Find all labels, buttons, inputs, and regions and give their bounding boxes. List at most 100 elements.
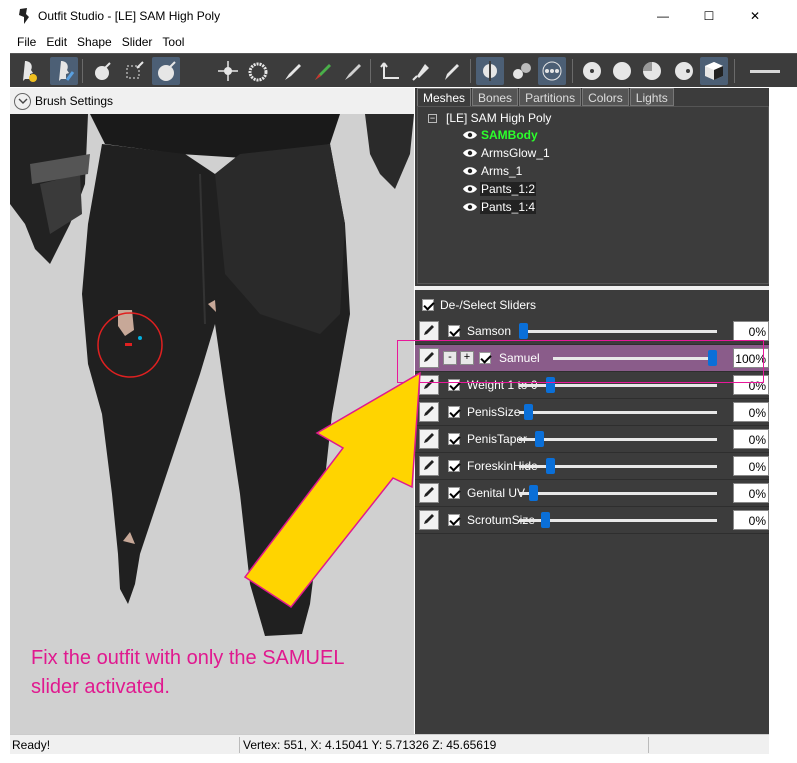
mesh-item-arms[interactable]: Arms_1 bbox=[462, 162, 523, 180]
panel-splitter[interactable] bbox=[415, 286, 769, 290]
tree-root[interactable]: − [LE] SAM High Poly bbox=[428, 111, 551, 125]
slider-value[interactable]: 0% bbox=[733, 429, 769, 449]
x-mirror-button[interactable] bbox=[476, 57, 504, 85]
head-tool-button[interactable] bbox=[50, 57, 78, 85]
slider-thumb[interactable] bbox=[529, 485, 538, 501]
toolbar-separator bbox=[370, 59, 371, 83]
slider-thumb[interactable] bbox=[546, 458, 555, 474]
solid-view-button[interactable] bbox=[608, 57, 636, 85]
mesh-item-pants-2[interactable]: Pants_1:2 bbox=[462, 180, 537, 198]
eye-icon[interactable] bbox=[462, 130, 478, 140]
sliders-header[interactable]: De-/Select Sliders bbox=[415, 292, 769, 318]
eye-icon[interactable] bbox=[462, 166, 478, 176]
mask-brush-button[interactable] bbox=[120, 57, 148, 85]
mesh-name: SAMBody bbox=[481, 128, 538, 142]
annotation-line-1: Fix the outfit with only the SAMUEL bbox=[31, 647, 345, 669]
slider-thumb[interactable] bbox=[535, 431, 544, 447]
global-brush-button[interactable] bbox=[538, 57, 566, 85]
slider-track[interactable] bbox=[519, 492, 717, 495]
mesh-item-armsglow[interactable]: ArmsGlow_1 bbox=[462, 144, 551, 162]
slider-value[interactable]: 0% bbox=[733, 321, 769, 341]
select-all-checkbox[interactable] bbox=[422, 299, 434, 311]
inflate-brush-button[interactable] bbox=[152, 57, 180, 85]
show-points-button[interactable] bbox=[578, 57, 606, 85]
menu-file[interactable]: File bbox=[0, 32, 41, 52]
edit-slider-button[interactable] bbox=[419, 402, 439, 422]
color-brush-button[interactable] bbox=[308, 57, 336, 85]
eye-icon[interactable] bbox=[462, 202, 478, 212]
menu-edit[interactable]: Edit bbox=[41, 32, 72, 52]
slider-row: ForeskinHide 0% bbox=[415, 453, 769, 480]
pencil-icon bbox=[422, 431, 436, 448]
slider-track[interactable] bbox=[519, 330, 717, 333]
transform-tool-button[interactable] bbox=[376, 57, 404, 85]
select-tool-button[interactable] bbox=[14, 57, 42, 85]
slider-thumb[interactable] bbox=[519, 323, 528, 339]
toolbar-separator bbox=[734, 59, 735, 83]
slider-track[interactable] bbox=[519, 411, 717, 414]
shade-sphere-icon bbox=[643, 62, 661, 80]
tab-bones[interactable]: Bones bbox=[472, 88, 519, 106]
wireframe-button[interactable] bbox=[638, 57, 666, 85]
smooth-brush-button[interactable] bbox=[244, 57, 272, 85]
slider-value[interactable]: 0% bbox=[733, 456, 769, 476]
menu-shape[interactable]: Shape bbox=[72, 32, 117, 52]
deflate-brush-button[interactable] bbox=[182, 57, 210, 85]
slider-checkbox[interactable] bbox=[448, 325, 460, 337]
texture-button[interactable] bbox=[700, 57, 728, 85]
close-button[interactable]: ✕ bbox=[732, 0, 778, 32]
dots-icon bbox=[542, 61, 562, 81]
brush-settings-header[interactable]: Brush Settings bbox=[10, 88, 414, 114]
weight-brush-button[interactable] bbox=[278, 57, 306, 85]
pencil-icon bbox=[445, 64, 459, 80]
collapse-icon[interactable]: − bbox=[428, 113, 437, 123]
slider-value[interactable]: 0% bbox=[733, 510, 769, 530]
tab-colors[interactable]: Colors bbox=[582, 88, 629, 106]
slider-checkbox[interactable] bbox=[448, 406, 460, 418]
window-title: Outfit Studio - [LE] SAM High Poly bbox=[38, 9, 221, 23]
cube-icon bbox=[705, 62, 723, 80]
pivot-tool-button[interactable] bbox=[408, 57, 436, 85]
slider-thumb[interactable] bbox=[524, 404, 533, 420]
slider-checkbox[interactable] bbox=[448, 487, 460, 499]
edit-slider-button[interactable] bbox=[419, 456, 439, 476]
minimize-button[interactable]: — bbox=[640, 0, 686, 32]
annotation-line-2: slider activated. bbox=[31, 676, 170, 698]
slider-checkbox[interactable] bbox=[448, 460, 460, 472]
move-brush-button[interactable] bbox=[214, 57, 242, 85]
eye-icon[interactable] bbox=[462, 148, 478, 158]
menu-slider[interactable]: Slider bbox=[117, 32, 158, 52]
alpha-brush-button[interactable] bbox=[338, 57, 366, 85]
chevron-down-icon bbox=[14, 92, 31, 110]
tab-partitions[interactable]: Partitions bbox=[519, 88, 582, 106]
sliders-header-label: De-/Select Sliders bbox=[440, 298, 537, 312]
edit-slider-button[interactable] bbox=[419, 483, 439, 503]
brush-size-slider[interactable] bbox=[750, 70, 780, 73]
tab-meshes[interactable]: Meshes bbox=[417, 88, 472, 106]
edit-slider-button[interactable] bbox=[419, 429, 439, 449]
status-divider bbox=[648, 737, 649, 753]
slider-value[interactable]: 0% bbox=[733, 402, 769, 422]
eye-icon[interactable] bbox=[462, 184, 478, 194]
slider-track[interactable] bbox=[519, 438, 717, 441]
tab-lights[interactable]: Lights bbox=[629, 88, 674, 106]
lighting-button[interactable] bbox=[670, 57, 698, 85]
toolbar-separator bbox=[572, 59, 573, 83]
vertex-edit-button[interactable] bbox=[438, 57, 466, 85]
menu-tool[interactable]: Tool bbox=[157, 32, 189, 52]
slider-row: PenisSize 0% bbox=[415, 399, 769, 426]
3d-viewport[interactable] bbox=[10, 114, 414, 734]
mesh-name: Pants_1:2 bbox=[480, 182, 537, 196]
slider-value[interactable]: 0% bbox=[733, 483, 769, 503]
maximize-button[interactable]: ☐ bbox=[686, 0, 732, 32]
mesh-item-pants-4[interactable]: Pants_1:4 bbox=[462, 198, 537, 216]
connected-only-button[interactable] bbox=[508, 57, 536, 85]
slider-checkbox[interactable] bbox=[448, 433, 460, 445]
edit-slider-button[interactable] bbox=[419, 510, 439, 530]
mesh-item-sambody[interactable]: SAMBody bbox=[462, 126, 539, 144]
standard-brush-button[interactable] bbox=[88, 57, 116, 85]
edit-slider-button[interactable] bbox=[419, 321, 439, 341]
slider-thumb[interactable] bbox=[541, 512, 550, 528]
slider-checkbox[interactable] bbox=[448, 514, 460, 526]
status-divider bbox=[239, 737, 240, 753]
